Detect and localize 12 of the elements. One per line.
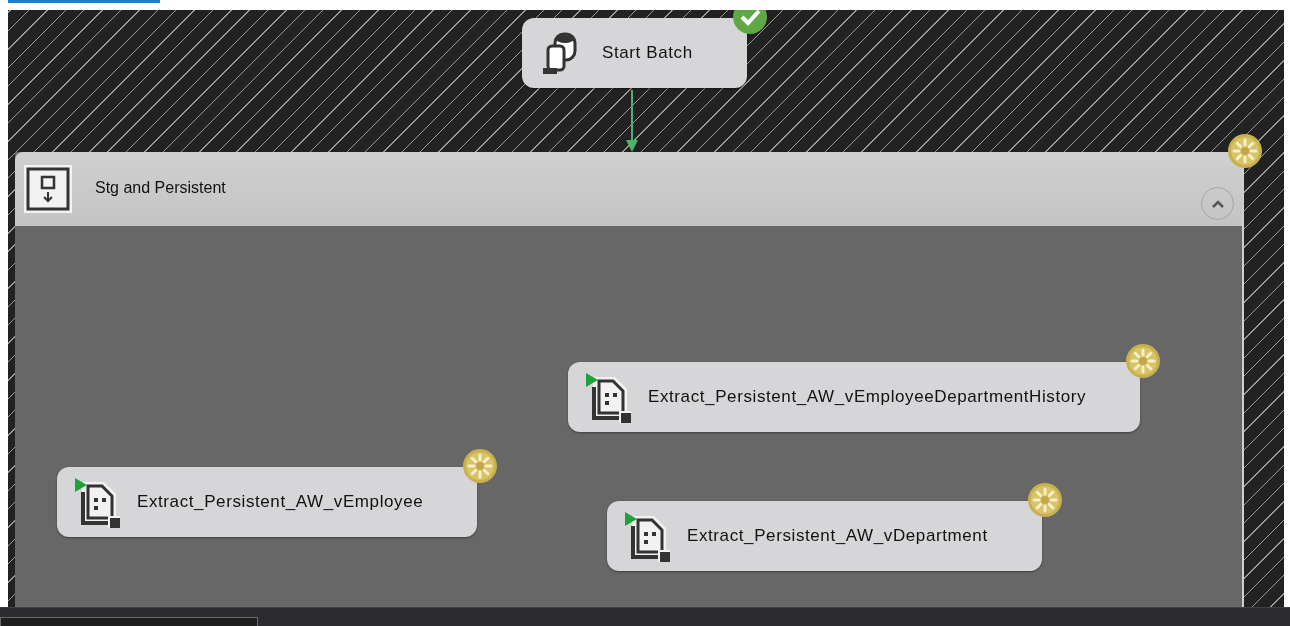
- data-flow-task-icon: [583, 371, 633, 423]
- data-flow-task-icon: [622, 510, 672, 562]
- bottom-tab[interactable]: [0, 617, 258, 626]
- extract-task[interactable]: Extract_Persistent_AW_vEmployee: [57, 467, 478, 537]
- start-batch-task[interactable]: Start Batch: [522, 18, 747, 88]
- extract-task[interactable]: Extract_Persistent_AW_vEmployeeDepartmentHistory: [568, 362, 1141, 432]
- data-flow-task-icon: [72, 476, 122, 528]
- connector-arrow: [626, 90, 638, 152]
- chevron-up-icon: [1210, 198, 1225, 209]
- extract-task[interactable]: Extract_Persistent_AW_vDepartment: [607, 501, 1042, 571]
- container-title: Stg and Persistent: [95, 179, 226, 197]
- container-icon: [23, 164, 73, 214]
